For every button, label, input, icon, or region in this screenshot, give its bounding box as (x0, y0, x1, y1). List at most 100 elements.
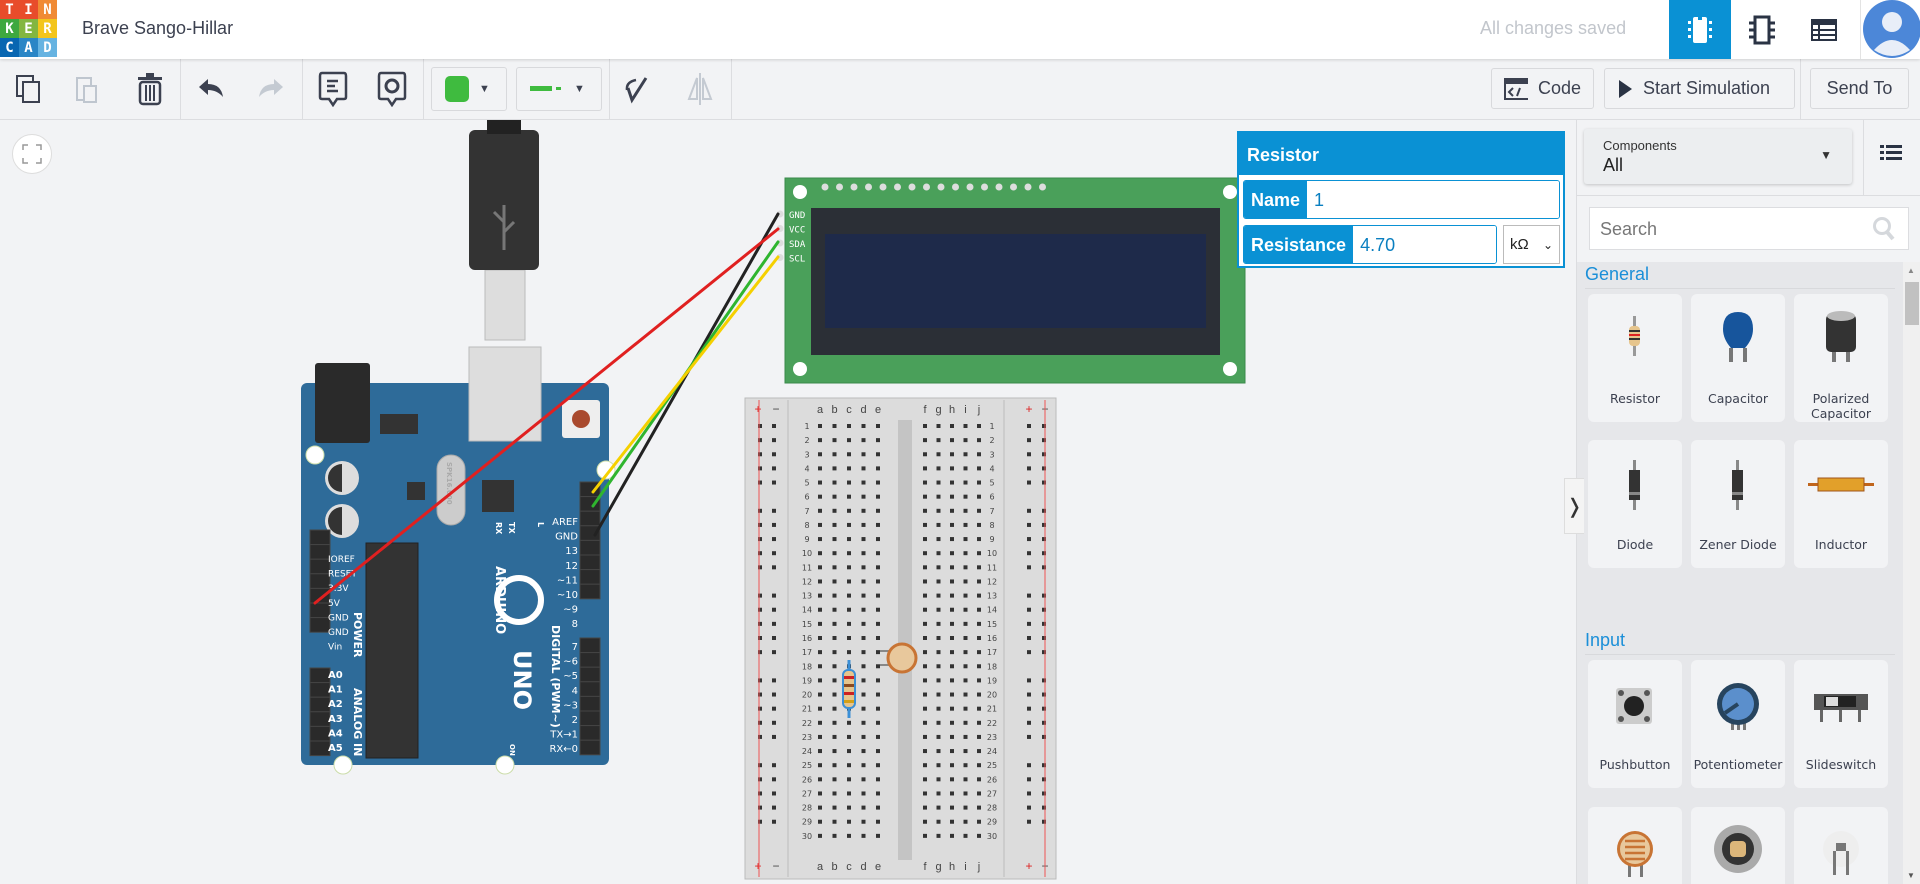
search-placeholder: Search (1600, 219, 1658, 239)
resistance-input[interactable]: 4.70 (1353, 226, 1496, 263)
breadboard-hole (923, 720, 927, 725)
breadboard-hole (950, 678, 954, 683)
breadboard-hole (977, 452, 981, 457)
flip-button[interactable] (680, 69, 720, 109)
breadboard-hole (818, 706, 822, 711)
breadboard-hole (936, 734, 941, 739)
digital-pin-label: ~11 (557, 575, 578, 586)
digital-pin-label: TX→1 (549, 730, 578, 741)
breadboard-hole (923, 833, 927, 838)
scrollbar-thumb[interactable] (1905, 282, 1919, 325)
row-number: 25 (987, 761, 997, 770)
component-card[interactable]: Slideswitch (1794, 660, 1888, 788)
paste-button[interactable] (68, 69, 108, 109)
scroll-up-icon[interactable]: ▲ (1907, 266, 1915, 275)
play-icon (1619, 79, 1632, 98)
breadboard-hole (847, 494, 851, 499)
circuit-view-tab[interactable] (1669, 0, 1731, 59)
component-card[interactable]: Potentiometer (1691, 660, 1785, 788)
wire-type-picker[interactable]: ▼ (516, 67, 602, 111)
header-pin (579, 539, 601, 556)
rail-hole (1027, 551, 1031, 556)
component-card[interactable]: Resistor (1588, 294, 1682, 422)
search-input[interactable]: Search (1589, 207, 1909, 250)
tinkercad-logo[interactable]: TINKERCAD (0, 0, 57, 57)
rail-hole (772, 791, 776, 796)
component-card[interactable]: Inductor (1794, 440, 1888, 568)
component-list-scrollbar[interactable]: ▲ ▼ (1903, 262, 1920, 884)
breadboard-hole (832, 424, 837, 428)
breadboard-hole (977, 720, 981, 725)
row-number: 10 (987, 549, 997, 558)
delete-button[interactable] (130, 69, 170, 109)
component-card[interactable]: Zener Diode (1691, 440, 1785, 568)
resistance-field[interactable]: Resistance 4.70 (1243, 225, 1497, 264)
component-card[interactable]: Capacitor (1691, 294, 1785, 422)
breadboard-hole (923, 424, 927, 428)
list-view-button[interactable] (1880, 144, 1902, 167)
row-number: 3 (989, 450, 994, 459)
properties-panel: Resistor Name 1 Resistance 4.70 kΩ ⌄ (1237, 131, 1565, 268)
code-button[interactable]: Code (1491, 68, 1594, 109)
start-simulation-button[interactable]: Start Simulation (1604, 68, 1795, 109)
breadboard-hole (977, 833, 981, 838)
rail-hole (772, 565, 776, 570)
breadboard-hole (977, 438, 981, 443)
breadboard-hole (950, 593, 954, 598)
rail-hole (772, 466, 776, 471)
component-label: Slideswitch (1805, 757, 1877, 772)
logo-letter: K (0, 19, 19, 38)
resistor-band (844, 684, 854, 687)
component-card[interactable]: Pushbutton (1588, 660, 1682, 788)
header-pin (309, 696, 331, 713)
name-field[interactable]: Name 1 (1243, 180, 1560, 219)
breadboard-hole (876, 706, 880, 711)
power-pin-label: GND (328, 628, 349, 638)
component-card[interactable] (1794, 807, 1888, 884)
row-number: 25 (802, 761, 812, 770)
notes-button[interactable] (313, 69, 353, 109)
component-card[interactable]: Diode (1588, 440, 1682, 568)
component-card[interactable]: Polarized Capacitor (1794, 294, 1888, 422)
breadboard-hole (818, 749, 822, 754)
name-input[interactable]: 1 (1307, 181, 1559, 218)
breadboard-hole (876, 833, 880, 838)
breadboard-hole (818, 819, 822, 824)
atmega-chip (365, 542, 419, 759)
redo-button[interactable] (250, 69, 290, 109)
copy-button[interactable] (10, 69, 50, 109)
rotate-button[interactable] (617, 69, 657, 109)
undo-button[interactable] (192, 69, 232, 109)
unit-select[interactable]: kΩ ⌄ (1503, 225, 1560, 264)
send-to-button[interactable]: Send To (1810, 68, 1909, 109)
rail-hole (1027, 508, 1031, 513)
user-avatar[interactable] (1860, 0, 1920, 59)
analog-pin-label: A4 (328, 728, 343, 739)
component-card[interactable] (1691, 807, 1785, 884)
breadboard-hole (977, 664, 981, 669)
breadboard-hole (977, 466, 981, 471)
dropdown-value: All (1603, 155, 1624, 175)
breadboard-hole (950, 565, 954, 570)
notes-visibility-button[interactable] (372, 69, 412, 109)
row-number: 19 (987, 676, 997, 685)
components-dropdown[interactable]: Components All ▼ (1584, 129, 1852, 184)
breadboard-hole (950, 664, 954, 669)
schematic-view-tab[interactable] (1731, 0, 1793, 59)
rail-hole (1027, 480, 1031, 485)
breadboard-hole (977, 607, 981, 612)
component-card[interactable] (1588, 807, 1682, 884)
scroll-down-icon[interactable]: ▼ (1907, 871, 1915, 880)
code-label: Code (1537, 78, 1581, 98)
project-title[interactable]: Brave Sango-Hillar (82, 18, 233, 39)
usb-port (468, 346, 542, 442)
row-number: 8 (989, 521, 994, 530)
color-picker[interactable]: ▼ (431, 67, 507, 111)
rail-polarity-label: + (1025, 859, 1032, 873)
component-list-tab[interactable] (1793, 0, 1855, 59)
rail-hole (1027, 607, 1031, 612)
breadboard-hole (832, 621, 837, 626)
collapse-panel-button[interactable]: ❭ (1564, 478, 1584, 534)
breadboard-hole (936, 522, 941, 527)
breadboard-hole (936, 579, 941, 584)
